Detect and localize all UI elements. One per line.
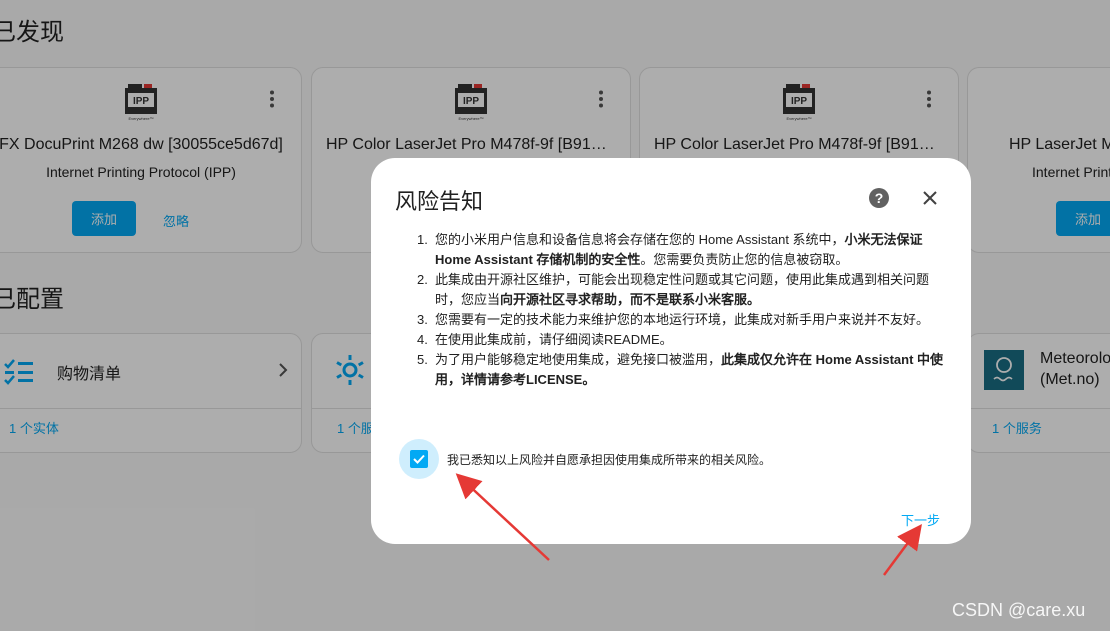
risk-item: 1. 您的小米用户信息和设备信息将会存储在您的 Home Assistant 系统… (411, 230, 951, 270)
risk-item: 2. 此集成由开源社区维护，可能会出现稳定性问题或其它问题，使用此集成遇到相关问题… (411, 270, 951, 310)
next-step-button[interactable]: 下一步 (901, 510, 940, 529)
risk-notice-dialog: 风险告知 ? 1. 您的小米用户信息和设备信息将会存储在您的 Home Assis… (371, 158, 971, 544)
svg-text:?: ? (875, 190, 884, 206)
risk-item-number: 3. (417, 312, 428, 327)
close-icon[interactable] (921, 189, 939, 207)
risk-item: 5. 为了用户能够稳定地使用集成，避免接口被滥用，此集成仅允许在 Home Ass… (411, 350, 951, 390)
accept-risk-checkbox[interactable] (410, 450, 428, 468)
risk-item: 3. 您需要有一定的技术能力来维护您的本地运行环境，此集成对新手用户来说并不友好。 (411, 310, 951, 330)
help-icon[interactable]: ? (868, 187, 890, 209)
risk-item-text: 。您需要负责防止您的信息被窃取。 (640, 252, 849, 267)
risk-item-number: 1. (417, 232, 428, 247)
risk-item-number: 4. (417, 332, 428, 347)
accept-risk-label: 我已悉知以上风险并自愿承担因使用集成所带来的相关风险。 (447, 453, 772, 467)
risk-item-text: 为了用户能够稳定地使用集成，避免接口被滥用， (435, 352, 722, 367)
risk-item-number: 2. (417, 272, 428, 287)
risk-list: 1. 您的小米用户信息和设备信息将会存储在您的 Home Assistant 系统… (411, 230, 951, 390)
risk-item: 4. 在使用此集成前，请仔细阅读README。 (411, 330, 951, 350)
dialog-title: 风险告知 (395, 189, 484, 214)
risk-item-emphasis: 向开源社区寻求帮助，而不是联系小米客服。 (500, 292, 761, 307)
risk-item-text: 在使用此集成前，请仔细阅读README。 (435, 332, 673, 347)
risk-item-text: 您需要有一定的技术能力来维护您的本地运行环境，此集成对新手用户来说并不友好。 (435, 312, 930, 327)
csdn-watermark: CSDN @care.xu (952, 600, 1086, 620)
risk-item-number: 5. (417, 352, 428, 367)
risk-item-text: 您的小米用户信息和设备信息将会存储在您的 Home Assistant 系统中， (435, 232, 845, 247)
